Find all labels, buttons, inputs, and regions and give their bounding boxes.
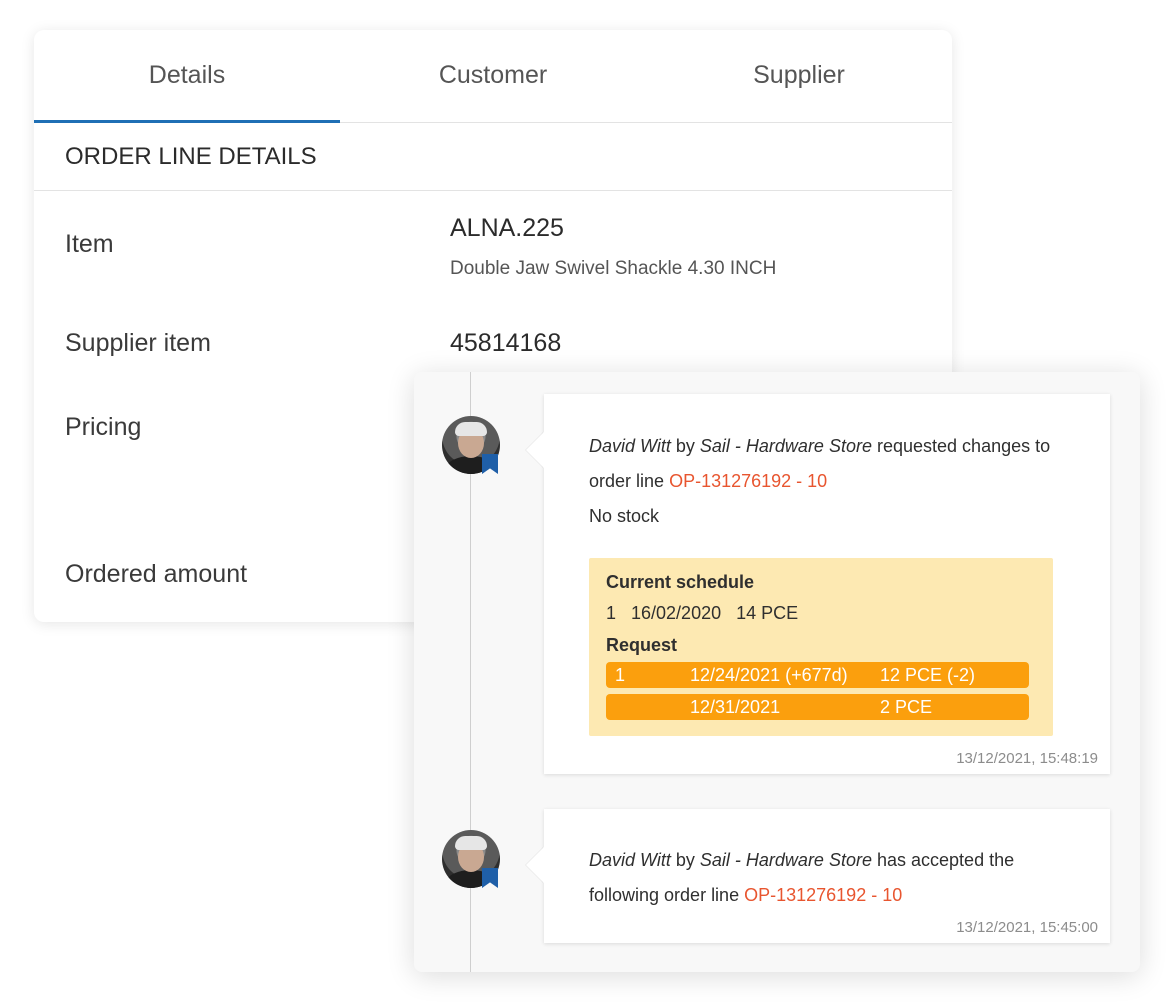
tab-customer[interactable]: Customer	[340, 30, 646, 122]
current-schedule-title: Current schedule	[606, 572, 755, 592]
avatar-hair	[455, 836, 487, 850]
item-label: Item	[65, 230, 114, 258]
activity-entry-change-request: David Witt by Sail - Hardware Store requ…	[544, 394, 1110, 774]
request-row: 1 12/24/2021 (+677d) 12 PCE (-2)	[606, 662, 1029, 688]
order-line-link[interactable]: OP-131276192 - 10	[669, 471, 827, 491]
request-date: 12/24/2021 (+677d)	[690, 665, 848, 685]
item-value: ALNA.225	[450, 214, 564, 242]
timestamp: 13/12/2021, 15:45:00	[956, 919, 1098, 936]
stage: Details Customer Supplier ORDER LINE DET…	[0, 0, 1174, 1005]
tab-details[interactable]: Details	[34, 30, 340, 123]
schedule-box: Current schedule 1 16/02/2020 14 PCE Req…	[589, 558, 1053, 736]
activity-message: David Witt by Sail - Hardware Store has …	[589, 843, 1079, 913]
request-quantity: 12 PCE (-2)	[880, 665, 976, 685]
request-title: Request	[606, 635, 678, 655]
supplier-item-value: 45814168	[450, 329, 562, 357]
pricing-label: Pricing	[65, 413, 142, 441]
request-line-number: 1	[615, 665, 626, 685]
ordered-amount-label: Ordered amount	[65, 560, 248, 588]
by-word: by	[675, 436, 695, 456]
by-word: by	[675, 850, 695, 870]
item-description: Double Jaw Swivel Shackle 4.30 INCH	[450, 258, 777, 279]
company-name[interactable]: Sail - Hardware Store	[700, 436, 872, 456]
request-quantity: 2 PCE	[880, 697, 933, 717]
tab-bar: Details Customer Supplier	[34, 30, 952, 123]
note-text: No stock	[589, 506, 660, 526]
request-row: 12/31/2021 2 PCE	[606, 694, 1029, 720]
section-title: ORDER LINE DETAILS	[34, 123, 952, 191]
supplier-item-label: Supplier item	[65, 329, 211, 357]
avatar-hair	[455, 422, 487, 436]
tab-supplier[interactable]: Supplier	[646, 30, 952, 122]
activity-entry-accepted: David Witt by Sail - Hardware Store has …	[544, 809, 1110, 943]
company-name[interactable]: Sail - Hardware Store	[700, 850, 872, 870]
timestamp: 13/12/2021, 15:48:19	[956, 750, 1098, 767]
activity-message: David Witt by Sail - Hardware Store requ…	[589, 429, 1079, 534]
activity-feed-card: David Witt by Sail - Hardware Store requ…	[414, 372, 1140, 972]
request-date: 12/31/2021	[690, 697, 781, 717]
current-schedule-line: 1 16/02/2020 14 PCE	[606, 603, 799, 623]
user-name[interactable]: David Witt	[589, 436, 671, 456]
user-name[interactable]: David Witt	[589, 850, 671, 870]
order-line-link[interactable]: OP-131276192 - 10	[744, 885, 902, 905]
